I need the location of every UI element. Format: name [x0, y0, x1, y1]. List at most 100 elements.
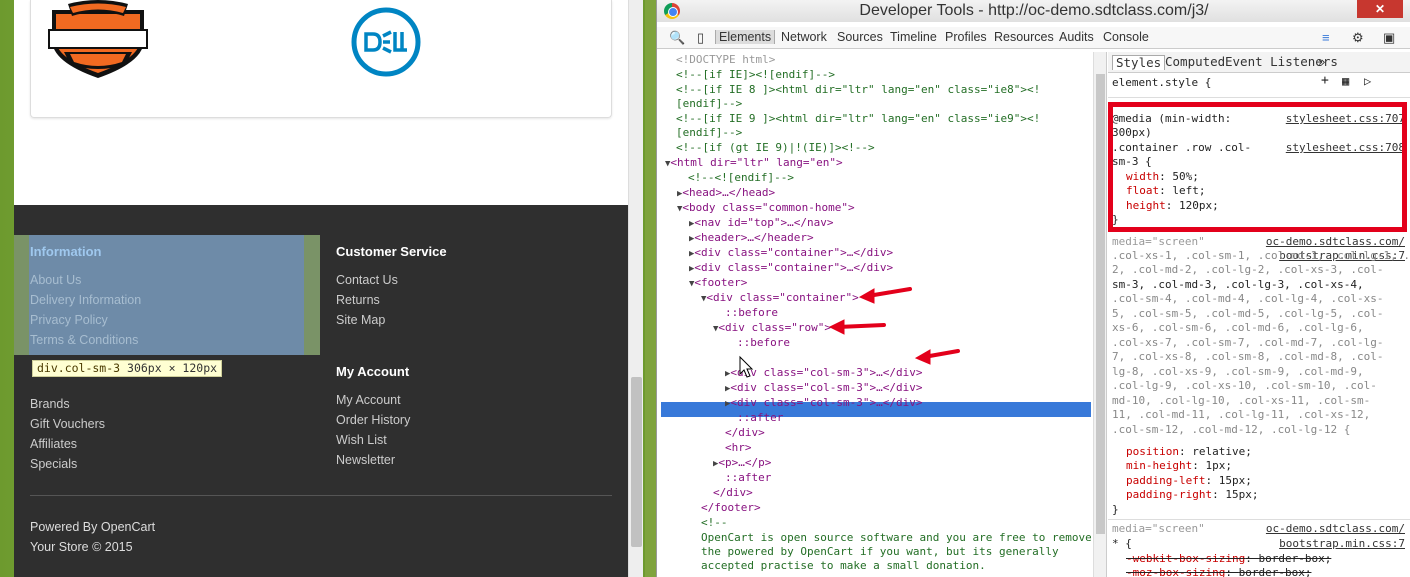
tab-sources[interactable]: Sources — [837, 30, 883, 44]
color-picker-icon[interactable]: ▦ — [1342, 74, 1349, 88]
rule-selector[interactable]: .col-xs-7, .col-sm-7, .col-md-7, .col-lg… — [1112, 336, 1384, 350]
dom-line[interactable]: ::before — [725, 305, 778, 320]
dom-line[interactable]: </div> — [725, 425, 765, 440]
more-tabs-icon[interactable]: » — [1318, 54, 1326, 69]
footer-link[interactable]: Wish List — [336, 430, 626, 450]
tab-timeline[interactable]: Timeline — [890, 30, 937, 44]
footer-link[interactable]: Order History — [336, 410, 626, 430]
rule-selector[interactable]: lg-8, .col-xs-9, .col-sm-9, .col-md-9, — [1112, 365, 1364, 379]
dom-line[interactable]: accepted practise to make a small donati… — [701, 558, 986, 573]
dom-scrollbar[interactable] — [1093, 52, 1107, 577]
dom-line[interactable]: <div class="container"> — [706, 291, 858, 304]
dom-line[interactable]: <div class="col-sm-3">…</div> — [730, 381, 922, 394]
rule-media: media="screen" — [1112, 522, 1205, 535]
dom-line[interactable]: <head>…</head> — [682, 186, 775, 199]
tab-resources[interactable]: Resources — [994, 30, 1054, 44]
dom-line[interactable]: <!--<![endif]--> — [688, 170, 794, 185]
dom-line[interactable]: <div class="container">…</div> — [694, 246, 893, 259]
rule-selector[interactable]: xs-6, .col-sm-6, .col-md-6, .col-lg-6, — [1112, 321, 1364, 335]
dom-line[interactable]: <footer> — [694, 276, 747, 289]
source-link[interactable]: bootstrap.min.css:7 — [1279, 537, 1405, 551]
dom-line[interactable]: <div class="col-sm-3">…</div> — [730, 366, 922, 379]
rule-selector[interactable]: 5, .col-sm-5, .col-md-5, .col-lg-5, .col… — [1112, 307, 1384, 321]
dell-logo[interactable] — [350, 6, 422, 78]
dom-line[interactable]: OpenCart is open source software and you… — [701, 530, 1091, 545]
tab-styles[interactable]: Styles — [1112, 55, 1166, 71]
source-link[interactable]: oc-demo.sdtclass.com/ — [1266, 235, 1405, 249]
dom-line[interactable]: <nav id="top">…</nav> — [694, 216, 833, 229]
dom-line[interactable]: <body class="common-home"> — [682, 201, 854, 214]
footer-link[interactable]: Brands — [30, 394, 320, 414]
console-drawer-icon[interactable]: ≡ — [1322, 30, 1330, 45]
footer-link[interactable]: About Us — [30, 270, 320, 290]
footer-link[interactable]: Gift Vouchers — [30, 414, 320, 434]
footer-link[interactable]: My Account — [336, 390, 626, 410]
rule-selector[interactable]: md-10, .col-lg-10, .col-xs-11, .col-sm- — [1112, 394, 1370, 408]
dom-line[interactable]: <!--[if (gt IE 9)|!(IE)]><!--> — [676, 140, 875, 155]
add-rule-icon[interactable]: + — [1321, 73, 1329, 88]
dom-tree[interactable]: <!DOCTYPE html> <!--[if IE]><![endif]-->… — [661, 52, 1091, 577]
dom-line[interactable]: the powered by OpenCart if you want, but… — [701, 544, 1059, 559]
page-scrollbar-thumb[interactable] — [631, 377, 642, 547]
styles-tab-bar: Styles Computed Event Listeners » — [1108, 52, 1410, 73]
dom-line[interactable]: <div class="col-sm-3">…</div> — [730, 396, 922, 409]
dom-line[interactable]: </footer> — [701, 500, 761, 515]
dom-line[interactable]: <!DOCTYPE html> — [676, 52, 775, 67]
rule-selector[interactable]: .col-xs-1, .col-sm-1, .col-md-1, .col-lg… — [1112, 249, 1410, 263]
dom-scrollbar-thumb[interactable] — [1096, 74, 1105, 534]
rule-selector[interactable]: * { — [1112, 537, 1132, 551]
footer-link[interactable]: Terms & Conditions — [30, 330, 320, 350]
rule-selector[interactable]: sm-3, .col-md-3, .col-lg-3, .col-xs-4, — [1112, 278, 1364, 292]
dom-line-selected[interactable]: <div class="col-sm-3">…</div> — [730, 351, 922, 364]
opencart-link[interactable]: OpenCart — [101, 520, 155, 534]
dom-line[interactable]: [endif]--> — [676, 96, 742, 111]
rule-selector[interactable]: 2, .col-md-2, .col-lg-2, .col-xs-3, .col… — [1112, 263, 1384, 277]
rule-selector[interactable]: 7, .col-xs-8, .col-sm-8, .col-md-8, .col… — [1112, 350, 1384, 364]
footer-link[interactable]: Affiliates — [30, 434, 320, 454]
footer-link[interactable]: Newsletter — [336, 450, 626, 470]
page-scrollbar[interactable] — [628, 0, 643, 577]
dom-line[interactable]: <!--[if IE 9 ]><html dir="ltr" lang="en"… — [676, 111, 1040, 126]
dom-line[interactable]: <!-- — [701, 515, 728, 530]
footer-col-information: Information About Us Delivery Informatio… — [30, 244, 320, 350]
harley-davidson-logo[interactable] — [46, 0, 150, 80]
tab-profiles[interactable]: Profiles — [945, 30, 987, 44]
tab-network[interactable]: Network — [781, 30, 827, 44]
dom-line[interactable]: <header>…</header> — [694, 231, 813, 244]
footer-link[interactable]: Specials — [30, 454, 320, 474]
rule-selector[interactable]: .col-sm-4, .col-md-4, .col-lg-4, .col-xs… — [1112, 292, 1384, 306]
footer-link[interactable]: Site Map — [336, 310, 626, 330]
tab-audits[interactable]: Audits — [1059, 30, 1094, 44]
dom-line[interactable]: ::after — [725, 470, 771, 485]
element-style-rule[interactable]: element.style { — [1112, 76, 1211, 90]
close-button[interactable]: ✕ — [1357, 0, 1403, 18]
devtools-titlebar[interactable]: Developer Tools - http://oc-demo.sdtclas… — [657, 0, 1410, 22]
rule-selector[interactable]: .col-lg-9, .col-xs-10, .col-sm-10, .col- — [1112, 379, 1377, 393]
footer-link[interactable]: Returns — [336, 290, 626, 310]
rule-selector[interactable]: .col-sm-12, .col-md-12, .col-lg-12 { — [1112, 423, 1350, 437]
toggle-state-icon[interactable]: ▷ — [1364, 74, 1371, 88]
tab-console[interactable]: Console — [1103, 30, 1149, 44]
footer-link[interactable]: Delivery Information — [30, 290, 320, 310]
dom-line[interactable]: <p>…</p> — [718, 456, 771, 469]
rule-selector[interactable]: 11, .col-md-11, .col-lg-11, .col-xs-12, — [1112, 408, 1370, 422]
device-mode-icon[interactable]: ▯ — [697, 30, 704, 46]
dom-line[interactable]: </div> — [713, 485, 753, 500]
gear-icon[interactable]: ⚙ — [1352, 30, 1364, 46]
footer-link[interactable]: Contact Us — [336, 270, 626, 290]
dock-icon[interactable]: ▣ — [1383, 30, 1395, 46]
dom-line[interactable]: <div class="container">…</div> — [694, 261, 893, 274]
footer-link[interactable]: Privacy Policy — [30, 310, 320, 330]
tab-computed[interactable]: Computed — [1165, 54, 1225, 69]
dom-line[interactable]: <hr> — [725, 440, 752, 455]
dom-line[interactable]: ::before — [737, 335, 790, 350]
dom-line[interactable]: [endif]--> — [676, 125, 742, 140]
tab-elements[interactable]: Elements — [715, 30, 776, 44]
dom-line[interactable]: ::after — [737, 410, 783, 425]
dom-line[interactable]: <!--[if IE 8 ]><html dir="ltr" lang="en"… — [676, 82, 1040, 97]
dom-line[interactable]: <div class="row"> — [718, 321, 831, 334]
dom-line[interactable]: <html dir="ltr" lang="en"> — [670, 156, 842, 169]
source-link[interactable]: oc-demo.sdtclass.com/ — [1266, 522, 1405, 536]
dom-line[interactable]: <!--[if IE]><![endif]--> — [676, 67, 835, 82]
search-icon[interactable]: 🔍 — [669, 30, 685, 46]
